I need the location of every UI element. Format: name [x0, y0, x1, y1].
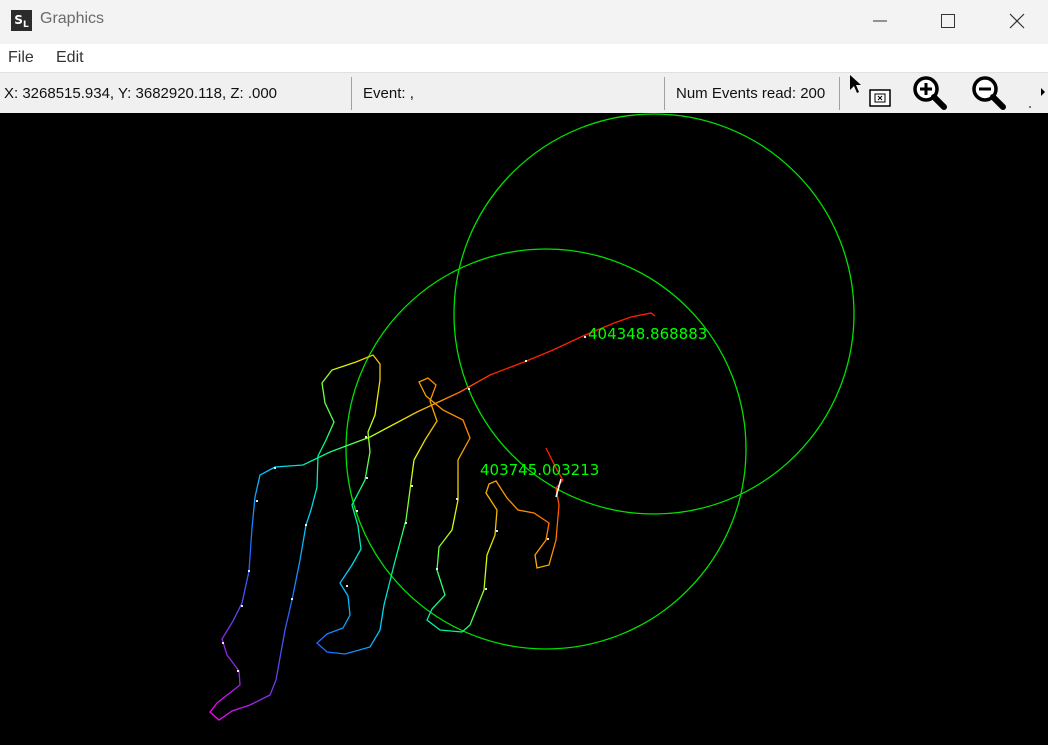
select-tool-button[interactable]	[845, 73, 897, 114]
plot-svg[interactable]: 404348.868883 403745.003213	[0, 113, 1048, 745]
minimize-button[interactable]	[845, 0, 915, 42]
num-events-readout: Num Events read: 200	[676, 85, 826, 102]
status-bar: X: 3268515.934, Y: 3682920.118, Z: .000 …	[0, 72, 1048, 113]
close-icon	[1009, 13, 1025, 29]
coordinates-readout: X: 3268515.934, Y: 3682920.118, Z: .000	[4, 85, 278, 102]
app-logo-icon: SL	[11, 10, 32, 31]
event-readout: Event: ,	[363, 85, 414, 102]
menu-file[interactable]: File	[8, 49, 34, 67]
close-button[interactable]	[982, 0, 1048, 42]
title-bar: SL Graphics	[0, 0, 1048, 42]
maximize-button[interactable]	[913, 0, 983, 42]
menu-bar: File Edit	[0, 44, 1048, 72]
status-divider	[351, 77, 352, 110]
menu-edit[interactable]: Edit	[56, 49, 84, 67]
zoom-out-icon	[972, 76, 1006, 110]
status-divider	[839, 77, 840, 110]
range-label: 403745.003213	[480, 461, 599, 479]
range-label: 404348.868883	[588, 325, 707, 343]
status-divider	[664, 77, 665, 110]
track-line	[209, 312, 656, 721]
range-circle	[453, 113, 855, 515]
zoom-out-button[interactable]	[967, 73, 1017, 114]
graphics-canvas[interactable]: 404348.868883 403745.003213	[0, 113, 1048, 745]
maximize-icon	[941, 14, 955, 28]
window-title: Graphics	[40, 10, 105, 27]
track-markers	[222, 336, 586, 672]
overflow-arrow-icon	[1029, 88, 1045, 108]
toolbar-overflow-button[interactable]	[1028, 73, 1048, 114]
minimize-icon	[873, 20, 887, 22]
zoom-in-icon	[913, 76, 947, 110]
select-cursor-icon	[850, 75, 891, 107]
zoom-in-button[interactable]	[908, 73, 958, 114]
